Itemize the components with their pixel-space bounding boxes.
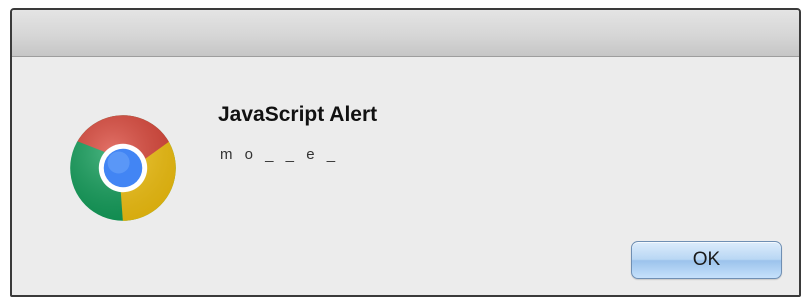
dialog-message: m o _ _ e _ xyxy=(220,146,340,163)
alert-dialog: JavaScript Alert m o _ _ e _ OK xyxy=(10,8,801,297)
dialog-title: JavaScript Alert xyxy=(218,103,378,126)
dialog-title-bar[interactable] xyxy=(12,10,799,57)
dialog-content: JavaScript Alert m o _ _ e _ OK xyxy=(12,57,799,295)
chrome-logo-icon xyxy=(70,115,176,221)
ok-button[interactable]: OK xyxy=(631,241,782,279)
